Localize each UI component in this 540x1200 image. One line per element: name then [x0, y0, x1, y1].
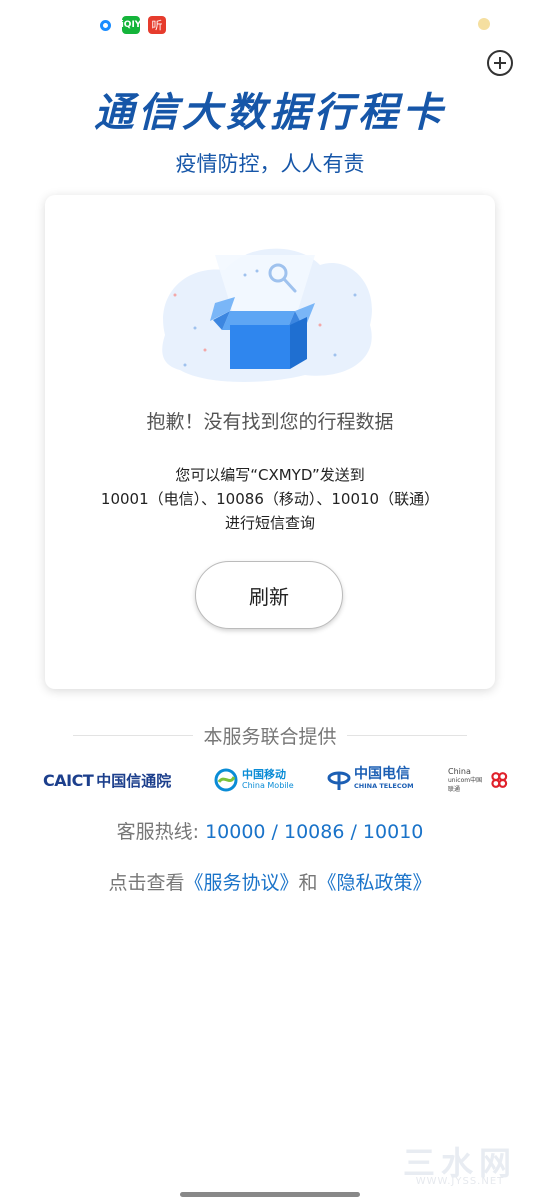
- policy-prefix: 点击查看: [108, 872, 185, 894]
- sms-hint-line3: 进行短信查询: [224, 514, 315, 532]
- hotline-label: 客服热线:: [116, 821, 206, 843]
- china-unicom-cn: unicom中国联通: [448, 776, 483, 793]
- moon-icon: [478, 18, 490, 30]
- customer-hotline: 客服热线: 10000 / 10086 / 10010: [0, 817, 540, 844]
- iqiyi-icon: iQIY: [121, 16, 141, 34]
- page-subtitle: 疫情防控，人人有责: [175, 152, 365, 176]
- privacy-policy-link[interactable]: 《隐私政策》: [318, 872, 432, 894]
- result-card: 抱歉！没有找到您的行程数据 您可以编写“CXMYD”发送到 10001（电信）、…: [45, 195, 495, 689]
- plus-circle-icon[interactable]: [487, 50, 513, 76]
- page-title: 通信大数据行程卡: [94, 90, 446, 136]
- china-telecom-en: CHINA TELECOM: [354, 782, 414, 790]
- hotline-numbers[interactable]: 10000 / 10086 / 10010: [205, 821, 423, 843]
- refresh-button[interactable]: 刷新: [195, 561, 343, 629]
- empty-box-illustration: [162, 248, 372, 382]
- provider-logos: CAICT 中国信通院 中国移动 China Mobile 中国电信 CHINA…: [40, 762, 510, 798]
- caict-logo-cn: 中国信通院: [96, 771, 172, 790]
- sms-hint: 您可以编写“CXMYD”发送到 10001（电信）、10086（移动）、1001…: [45, 463, 495, 535]
- china-mobile-logo: 中国移动 China Mobile: [214, 762, 294, 798]
- watermark-url: WWW.JYSS.NET: [415, 1176, 505, 1187]
- sms-hint-line2: 10001（电信）、10086（移动）、10010（联通）: [100, 490, 440, 508]
- policy-connector: 和: [298, 872, 318, 894]
- china-unicom-logo: China unicom中国联通: [448, 762, 510, 798]
- china-telecom-icon: [327, 771, 351, 790]
- ting-icon: 听: [148, 16, 166, 34]
- service-agreement-link[interactable]: 《服务协议》: [184, 872, 298, 894]
- sms-hint-line1: 您可以编写“CXMYD”发送到: [175, 466, 365, 484]
- caict-logo: CAICT 中国信通院: [43, 762, 171, 798]
- providers-heading: 本服务联合提供: [45, 722, 495, 748]
- china-telecom-logo: 中国电信 CHINA TELECOM: [327, 762, 414, 798]
- circle-app-icon: [96, 16, 114, 34]
- watermark: 三水网 WWW.JYSS.NET: [395, 1138, 525, 1188]
- china-unicom-icon: [491, 772, 508, 788]
- home-indicator[interactable]: [180, 1192, 360, 1197]
- status-bar: iQIY 听: [96, 14, 166, 36]
- divider-right: [347, 735, 467, 736]
- china-mobile-cn: 中国移动: [242, 768, 286, 781]
- china-unicom-en: China: [448, 766, 471, 776]
- caict-logo-en: CAICT: [43, 770, 94, 790]
- empty-message: 抱歉！没有找到您的行程数据: [146, 411, 394, 433]
- china-mobile-en: China Mobile: [242, 781, 294, 790]
- policy-links: 点击查看《服务协议》和《隐私政策》: [0, 868, 540, 895]
- china-mobile-icon: [214, 768, 238, 792]
- china-telecom-cn: 中国电信: [354, 766, 410, 782]
